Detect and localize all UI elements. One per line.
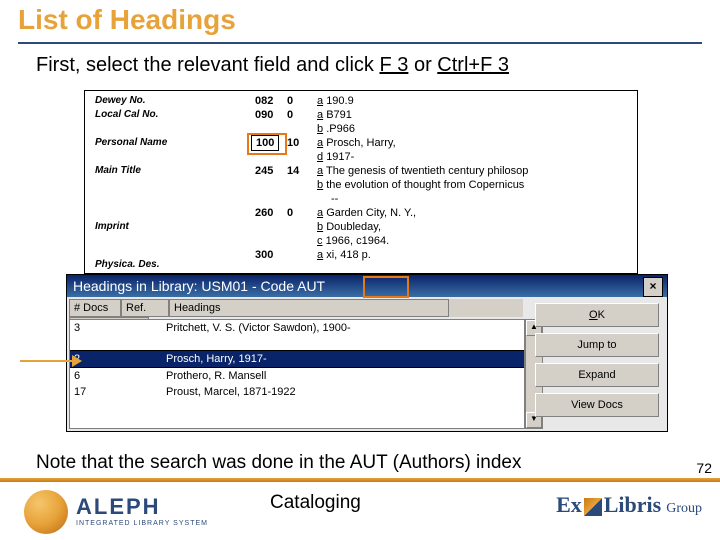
- footer-divider: [0, 478, 720, 482]
- view-docs-button[interactable]: View Docs: [535, 393, 659, 417]
- col-docs[interactable]: # Docs: [69, 299, 121, 317]
- label-dewey: Dewey No.: [95, 95, 146, 106]
- ind-082: 0: [287, 95, 293, 107]
- aleph-name: ALEPH: [76, 494, 161, 520]
- dialog-title-text: Headings in Library: USM01 - Code: [73, 278, 297, 294]
- page-number: 72: [696, 460, 712, 476]
- arrow-line: [20, 360, 76, 362]
- label-local: Local Cal No.: [95, 109, 158, 120]
- ind-090: 0: [287, 109, 293, 121]
- ind-245: 14: [287, 165, 299, 177]
- exlibris-square-icon: [584, 498, 602, 516]
- ok-button[interactable]: OK: [535, 303, 659, 327]
- aleph-tagline: INTEGRATED LIBRARY SYSTEM: [76, 520, 208, 527]
- tag-090: 090: [255, 109, 273, 121]
- label-imprint: Imprint: [95, 221, 129, 232]
- sub-100a: a Prosch, Harry,: [317, 137, 396, 149]
- sub-090b: b .P966: [317, 123, 355, 135]
- tag-260: 260: [255, 207, 273, 219]
- marc-record-panel: Dewey No. Local Cal No. Personal Name Ma…: [84, 90, 638, 274]
- label-phys: Physica. Des.: [95, 259, 159, 270]
- key-f3: F 3: [379, 54, 408, 76]
- sub-245a: a The genesis of twentieth century philo…: [317, 165, 528, 177]
- col-headings[interactable]: Headings: [169, 299, 449, 317]
- subtitle: First, select the relevant field and cli…: [36, 54, 509, 77]
- sub-245-cont: --: [331, 193, 338, 205]
- globe-icon: [24, 490, 68, 534]
- slide-title: List of Headings: [18, 4, 236, 36]
- sub-245b: b the evolution of thought from Copernic…: [317, 179, 524, 191]
- title-underline: [18, 42, 702, 44]
- ind-260: 0: [287, 207, 293, 219]
- tag-245: 245: [255, 165, 273, 177]
- col-ref[interactable]: Ref.: [121, 299, 169, 317]
- ind-100: 10: [287, 137, 299, 149]
- footer: Cataloging ALEPH INTEGRATED LIBRARY SYST…: [0, 478, 720, 540]
- column-headers: # DocsRef.HeadingsAuth. info.: [69, 299, 523, 317]
- sub-300a: a xi, 418 p.: [317, 249, 371, 261]
- dialog-buttons: OK Jump to Expand View Docs: [535, 303, 663, 423]
- sub-260a: a Garden City, N. Y.,: [317, 207, 416, 219]
- sub-082a: a 190.9: [317, 95, 354, 107]
- key-ctrl-f3: Ctrl+F 3: [437, 54, 509, 76]
- headings-dialog: Headings in Library: USM01 - Code AUT × …: [66, 274, 668, 432]
- subtitle-text: First, select the relevant field and cli…: [36, 54, 379, 76]
- tag-300: 300: [255, 249, 273, 261]
- list-item[interactable]: 6Prothero, R. Mansell: [70, 368, 524, 384]
- list-item[interactable]: 3Pritchett, V. S. (Victor Sawdon), 1900-: [70, 320, 524, 350]
- label-personal: Personal Name: [95, 137, 167, 148]
- list-item[interactable]: 17Proust, Marcel, 1871-1922: [70, 384, 524, 400]
- list-item-selected[interactable]: 2Prosch, Harry, 1917-: [70, 350, 524, 368]
- highlight-tag-100: [247, 133, 287, 155]
- jump-button[interactable]: Jump to: [535, 333, 659, 357]
- close-button[interactable]: ×: [643, 277, 663, 297]
- arrow-head-icon: [72, 355, 82, 367]
- aleph-logo: ALEPH INTEGRATED LIBRARY SYSTEM: [20, 484, 250, 536]
- sub-260b: b Doubleday,: [317, 221, 381, 233]
- expand-button[interactable]: Expand: [535, 363, 659, 387]
- sub-260c: c 1966, c1964.: [317, 235, 389, 247]
- tag-082: 082: [255, 95, 273, 107]
- footer-label: Cataloging: [270, 492, 361, 514]
- headings-list[interactable]: 3Pritchett, V. S. (Victor Sawdon), 1900-…: [69, 319, 525, 429]
- highlight-aut-code: [363, 276, 409, 298]
- sub-090a: a B791: [317, 109, 352, 121]
- note-text: Note that the search was done in the AUT…: [36, 452, 521, 474]
- label-main: Main Title: [95, 165, 141, 176]
- exlibris-logo: ExLibris Group: [556, 492, 702, 518]
- sub-100d: d 1917-: [317, 151, 354, 163]
- dialog-titlebar[interactable]: Headings in Library: USM01 - Code AUT ×: [67, 275, 667, 297]
